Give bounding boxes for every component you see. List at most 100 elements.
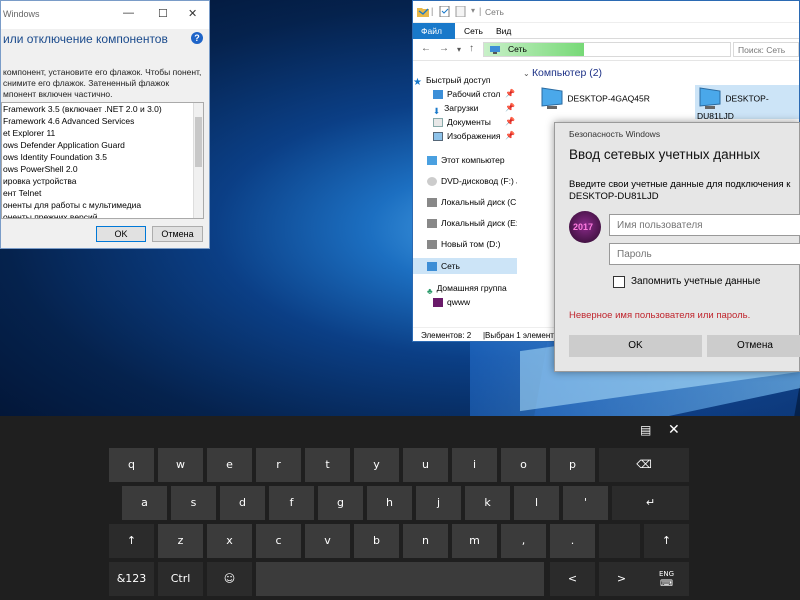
sidebar-item-network[interactable]: Сеть (413, 258, 517, 274)
password-field[interactable] (609, 243, 800, 265)
sidebar-item-homegroup[interactable]: ♣ Домашняя группа (413, 281, 517, 295)
sidebar-item-local-disk-c[interactable]: Локальный диск (C:) (413, 195, 517, 209)
remember-checkbox[interactable] (613, 276, 625, 288)
key-letter[interactable]: n (403, 524, 448, 558)
key-letter[interactable]: g (318, 486, 363, 520)
key-letter[interactable]: x (207, 524, 252, 558)
computer-item[interactable]: DESKTOP-4GAQ45R (539, 87, 650, 117)
shift-key[interactable]: ↑ (109, 524, 154, 558)
key-letter[interactable]: a (122, 486, 167, 520)
feature-list-item[interactable]: Framework 3.5 (включает .NET 2.0 и 3.0) (2, 103, 203, 115)
tab-view[interactable]: Вид (489, 25, 518, 39)
key-letter[interactable]: d (220, 486, 265, 520)
maximize-icon[interactable]: ☐ (158, 7, 168, 20)
sidebar-item-desktop[interactable]: Рабочий стол 📌 (413, 87, 517, 101)
tab-file[interactable]: Файл (413, 23, 455, 39)
sidebar-item-dvd-drive[interactable]: DVD-дисковод (F:) J_ (413, 174, 517, 188)
close-icon[interactable]: ✕ (188, 7, 197, 20)
customize-toolbar-icon[interactable]: ▾ (471, 6, 475, 15)
key-blank[interactable] (599, 524, 640, 558)
sidebar-item-local-disk-e[interactable]: Локальный диск (E:) (413, 216, 517, 230)
group-header[interactable]: ⌄ Компьютер (2) (523, 67, 602, 79)
feature-list-item[interactable]: оненты прежних версий (2, 211, 203, 218)
keyboard-layout-icon[interactable]: ▤ (640, 423, 651, 437)
scrollbar[interactable] (193, 103, 203, 218)
ctrl-key[interactable]: Ctrl (158, 562, 203, 596)
backspace-key[interactable]: ⌫ (599, 448, 689, 482)
key-letter[interactable]: m (452, 524, 497, 558)
windows-security-dialog: Безопасность Windows Ввод сетевых учетны… (554, 122, 800, 372)
key-letter[interactable]: q (109, 448, 154, 482)
back-icon[interactable]: ← (421, 43, 431, 54)
address-bar[interactable]: Сеть (483, 42, 731, 57)
key-letter[interactable]: v (305, 524, 350, 558)
key-letter[interactable]: f (269, 486, 314, 520)
search-input[interactable]: Поиск: Сеть (733, 42, 799, 57)
key-letter[interactable]: . (550, 524, 595, 558)
key-letter[interactable]: u (403, 448, 448, 482)
feature-list-item[interactable]: Framework 4.6 Advanced Services (2, 115, 203, 127)
up-icon[interactable]: ↑ (469, 43, 474, 54)
sidebar-item-user[interactable]: qwww (413, 295, 517, 309)
feature-list-item[interactable]: ows PowerShell 2.0 (2, 163, 203, 175)
key-letter[interactable]: i (452, 448, 497, 482)
symbols-key[interactable]: &123 (109, 562, 154, 596)
folder-icon[interactable] (417, 6, 429, 17)
space-key[interactable] (256, 562, 544, 596)
emoji-key[interactable]: ☺ (207, 562, 252, 596)
ok-button[interactable]: OK (96, 226, 146, 242)
key-letter[interactable]: t (305, 448, 350, 482)
key-letter[interactable]: h (367, 486, 412, 520)
key-letter[interactable]: e (207, 448, 252, 482)
key-letter[interactable]: o (501, 448, 546, 482)
enter-key[interactable]: ↵ (612, 486, 689, 520)
scrollbar-thumb[interactable] (195, 117, 202, 167)
cancel-button[interactable]: Отмена (152, 226, 203, 242)
feature-list-item[interactable]: et Explorer 11 (2, 127, 203, 139)
sidebar-item-pictures[interactable]: Изображения 📌 (413, 129, 517, 143)
cancel-button[interactable]: Отмена (707, 335, 800, 357)
sidebar-item-documents[interactable]: Документы 📌 (413, 115, 517, 129)
right-arrow-key[interactable]: > (599, 562, 644, 596)
key-letter[interactable]: y (354, 448, 399, 482)
close-icon[interactable]: ✕ (668, 421, 680, 438)
key-letter[interactable]: k (465, 486, 510, 520)
key-letter[interactable]: z (158, 524, 203, 558)
target-computer-name: DESKTOP-DU81LJD (569, 191, 659, 202)
feature-list-item[interactable]: ows Identity Foundation 3.5 (2, 151, 203, 163)
features-list[interactable]: Framework 3.5 (включает .NET 2.0 и 3.0) F… (1, 102, 204, 219)
feature-list-item[interactable]: ows Defender Application Guard (2, 139, 203, 151)
key-letter[interactable]: j (416, 486, 461, 520)
tab-network[interactable]: Сеть (457, 25, 490, 39)
dialog-intro: Введите свои учетные данные для подключе… (569, 179, 800, 203)
key-letter[interactable]: w (158, 448, 203, 482)
sidebar-item-this-pc[interactable]: Этот компьютер (413, 153, 517, 167)
key-letter[interactable]: c (256, 524, 301, 558)
key-letter[interactable]: p (550, 448, 595, 482)
feature-list-item[interactable]: ировка устройства (2, 175, 203, 187)
help-icon[interactable]: ? (191, 32, 203, 44)
properties-icon[interactable] (439, 6, 451, 17)
new-folder-icon[interactable] (455, 6, 467, 17)
key-letter[interactable]: l (514, 486, 559, 520)
key-letter[interactable]: s (171, 486, 216, 520)
feature-list-item[interactable]: оненты для работы с мультимедиа (2, 199, 203, 211)
forward-icon[interactable]: → (439, 43, 449, 54)
key-letter[interactable]: r (256, 448, 301, 482)
language-key[interactable]: ENG ⌨ (644, 562, 689, 596)
key-letter[interactable]: ' (563, 486, 608, 520)
ok-button[interactable]: OK (569, 335, 702, 357)
key-letter[interactable]: b (354, 524, 399, 558)
sidebar-item-volume-d[interactable]: Новый том (D:) (413, 237, 517, 251)
computer-item-selected[interactable]: DESKTOP-DU81LJD (695, 85, 799, 121)
key-letter[interactable]: , (501, 524, 546, 558)
minimize-icon[interactable]: — (123, 7, 134, 19)
sidebar-item-quick-access[interactable]: ★ Быстрый доступ (413, 73, 517, 87)
computer-icon (427, 156, 437, 166)
shift-key[interactable]: ↑ (644, 524, 689, 558)
username-field[interactable] (609, 214, 800, 236)
sidebar-item-downloads[interactable]: ⬇ Загрузки 📌 (413, 101, 517, 115)
recent-locations-icon[interactable]: ▾ (457, 45, 461, 54)
left-arrow-key[interactable]: < (550, 562, 595, 596)
feature-list-item[interactable]: ент Telnet (2, 187, 203, 199)
